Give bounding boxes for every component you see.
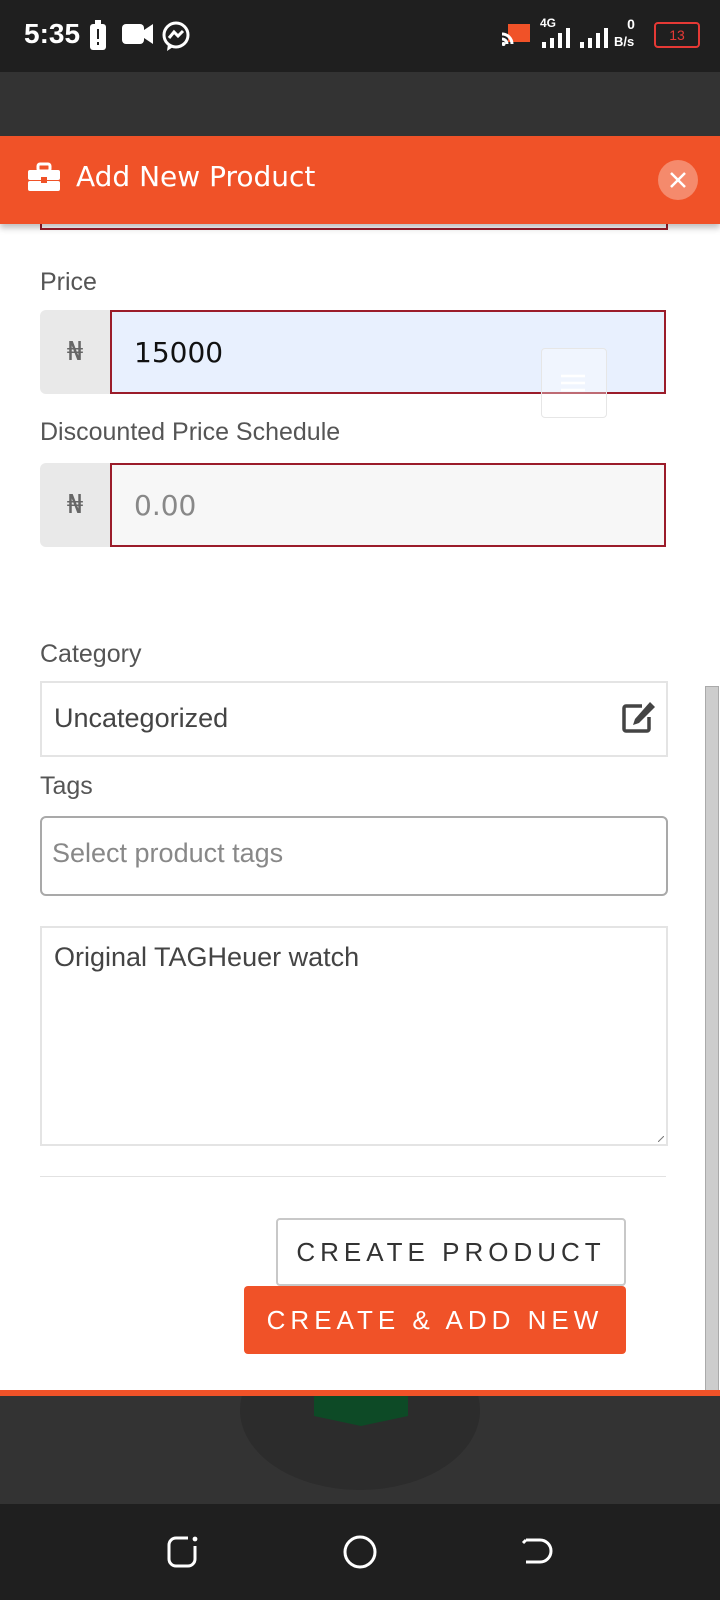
description-textarea[interactable]: Original TAGHeuer watch (40, 926, 668, 1146)
price-label: Price (40, 268, 97, 296)
home-button[interactable] (342, 1534, 378, 1570)
currency-addon: ₦ (40, 310, 110, 394)
tags-placeholder: Select product tags (52, 838, 284, 868)
discount-input-group: ₦ 0.00 (40, 463, 666, 547)
recent-apps-button[interactable] (166, 1534, 202, 1570)
discount-placeholder: 0.00 (134, 489, 197, 522)
tags-label: Tags (40, 772, 93, 800)
scrollbar[interactable] (705, 686, 719, 1390)
battery-saver-icon (88, 20, 108, 56)
tags-select[interactable]: Select product tags (40, 816, 668, 896)
briefcase-icon (28, 162, 60, 196)
create-product-button[interactable]: CREATE PRODUCT (276, 1218, 626, 1286)
currency-addon: ₦ (40, 463, 110, 547)
price-value: 15000 (134, 336, 224, 369)
home-icon (343, 1535, 377, 1569)
recents-icon (167, 1536, 198, 1568)
navigation-bar (0, 1504, 720, 1600)
discount-input[interactable]: 0.00 (110, 463, 666, 547)
status-time: 5:35 (24, 18, 81, 49)
modal-header: Add New Product (0, 136, 720, 224)
resize-handle-icon (658, 1136, 664, 1142)
naira-icon: ₦ (66, 337, 84, 367)
floating-menu-button[interactable] (541, 348, 607, 418)
naira-icon: ₦ (66, 490, 84, 520)
signal-icon-2 (580, 28, 610, 52)
discount-label: Discounted Price Schedule (40, 418, 341, 446)
category-label: Category (40, 640, 142, 668)
create-and-add-new-button[interactable]: CREATE & ADD NEW (244, 1286, 626, 1354)
category-value: Uncategorized (54, 703, 229, 733)
cast-icon (501, 24, 530, 50)
close-button[interactable] (658, 160, 698, 200)
battery-level: 13 (654, 22, 700, 48)
back-button[interactable] (518, 1534, 554, 1570)
close-icon (670, 172, 686, 188)
signal-icon (542, 28, 572, 52)
net-speed-value: 0 (627, 16, 635, 32)
back-icon (521, 1538, 553, 1564)
video-camera-icon (122, 20, 154, 52)
messenger-icon (160, 20, 192, 56)
net-speed-unit: B/s (614, 34, 635, 49)
form-divider (40, 1176, 666, 1177)
description-value: Original TAGHeuer watch (54, 942, 360, 972)
modal-title: Add New Product (76, 160, 316, 193)
status-bar: 5:35 4G 0 B/s 13 (0, 0, 720, 72)
edit-icon[interactable] (622, 701, 656, 737)
category-field[interactable]: Uncategorized (40, 681, 668, 757)
hamburger-icon (561, 374, 585, 392)
add-product-modal: Add New Product Price ₦ 15000 Discounted… (0, 136, 720, 1396)
